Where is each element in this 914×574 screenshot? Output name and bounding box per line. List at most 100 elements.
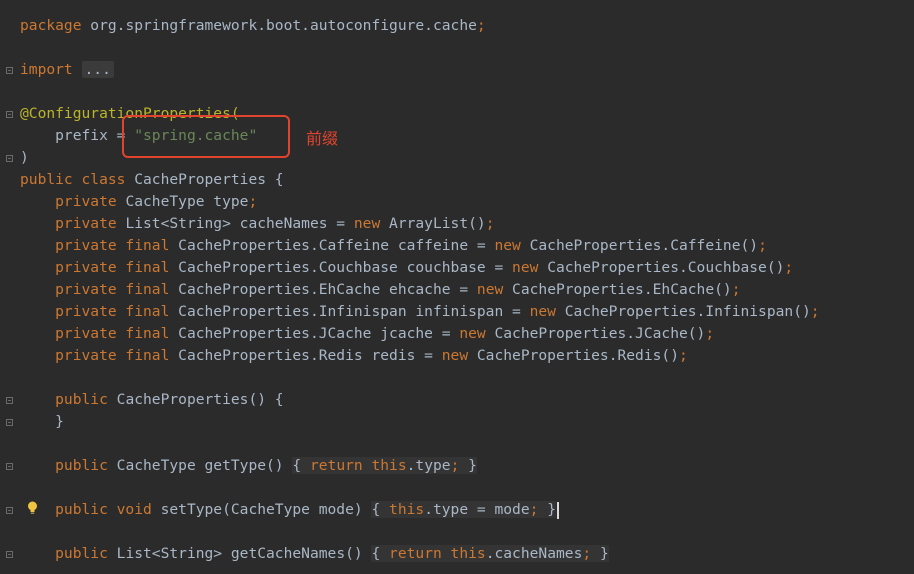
keyword: new bbox=[494, 237, 521, 254]
code-line-field-ehcache[interactable]: private final CacheProperties.EhCache eh… bbox=[20, 279, 741, 301]
import-fold-button[interactable]: ... bbox=[81, 61, 114, 78]
keyword: private final bbox=[20, 281, 170, 298]
field-decl: CacheProperties.Redis redis = bbox=[169, 347, 442, 364]
keyword: new bbox=[353, 215, 381, 232]
field-ref: .type bbox=[406, 457, 451, 474]
fold-marker-icon[interactable] bbox=[6, 155, 13, 162]
brace-open: { bbox=[292, 457, 310, 474]
code-line-package[interactable]: package org.springframework.boot.autocon… bbox=[20, 15, 486, 37]
field-ref: .cacheNames bbox=[485, 545, 583, 562]
method-sig: List<String> getCacheNames() bbox=[107, 545, 372, 562]
brace-close: } bbox=[591, 545, 609, 562]
field-init: CacheProperties.JCache() bbox=[485, 325, 706, 342]
code-line-field-jcache[interactable]: private final CacheProperties.JCache jca… bbox=[20, 323, 714, 345]
brace-close: } bbox=[20, 413, 64, 430]
keyword: class bbox=[72, 171, 126, 188]
brace-close: } bbox=[538, 501, 556, 518]
code-editor[interactable]: package org.springframework.boot.autocon… bbox=[0, 0, 914, 574]
inline-fold-region[interactable]: { return this.cacheNames; } bbox=[371, 545, 609, 562]
fold-marker-icon[interactable] bbox=[6, 419, 13, 426]
keyword: public bbox=[20, 545, 108, 562]
code-line-constructor[interactable]: public CacheProperties() { bbox=[20, 389, 284, 411]
brace-open: { bbox=[371, 545, 390, 562]
fold-marker-icon[interactable] bbox=[6, 67, 13, 74]
field-decl: CacheProperties.Couchbase couchbase = bbox=[169, 259, 513, 276]
editor-gutter bbox=[0, 0, 18, 574]
code-line-annotation-close[interactable]: ) bbox=[20, 147, 29, 169]
keyword: new bbox=[441, 347, 469, 364]
fold-marker-icon[interactable] bbox=[6, 111, 13, 118]
code-line-field-couchbase[interactable]: private final CacheProperties.Couchbase … bbox=[20, 257, 793, 279]
code-line-field-redis[interactable]: private final CacheProperties.Redis redi… bbox=[20, 345, 688, 367]
keyword: private final bbox=[20, 303, 170, 320]
keyword: this bbox=[441, 545, 486, 562]
annotation-highlight-box bbox=[122, 115, 290, 158]
keyword: public bbox=[20, 391, 108, 408]
field-init: ArrayList() bbox=[380, 215, 486, 232]
field-init: CacheProperties.EhCache() bbox=[503, 281, 732, 298]
fold-marker-icon[interactable] bbox=[6, 463, 13, 470]
keyword: private final bbox=[20, 259, 170, 276]
code-line-gettype[interactable]: public CacheType getType() { return this… bbox=[20, 455, 477, 477]
fold-marker-icon[interactable] bbox=[6, 507, 13, 514]
code-line-import[interactable]: import ... bbox=[20, 59, 114, 81]
field-decl: List<String> cacheNames = bbox=[116, 215, 354, 232]
field-init: CacheProperties.Infinispan() bbox=[555, 303, 811, 320]
semicolon: ; bbox=[476, 17, 486, 34]
constructor-sig: CacheProperties() { bbox=[107, 391, 284, 408]
keyword: public void bbox=[20, 501, 152, 518]
code-line-settype[interactable]: public void setType(CacheType mode) { th… bbox=[20, 499, 559, 521]
package-name: org.springframework.boot.autoconfigure.c… bbox=[81, 17, 477, 34]
annotation-label: 前缀 bbox=[306, 129, 339, 148]
field-decl: CacheType type bbox=[116, 193, 249, 210]
prefix-assign: prefix = bbox=[20, 127, 135, 144]
class-name: CacheProperties { bbox=[125, 171, 284, 188]
semicolon: ; bbox=[678, 347, 688, 364]
field-decl: CacheProperties.JCache jcache = bbox=[169, 325, 460, 342]
inline-fold-region[interactable]: { return this.type; } bbox=[292, 457, 477, 474]
code-line-field-caffeine[interactable]: private final CacheProperties.Caffeine c… bbox=[20, 235, 767, 257]
semicolon: ; bbox=[731, 281, 741, 298]
keyword: new bbox=[476, 281, 504, 298]
code-line-constructor-close[interactable]: } bbox=[20, 411, 64, 433]
inline-fold-region[interactable]: { this.type = mode; } bbox=[371, 501, 556, 518]
brace-close: } bbox=[459, 457, 477, 474]
keyword: import bbox=[20, 61, 73, 78]
field-init: CacheProperties.Couchbase() bbox=[538, 259, 785, 276]
keyword: this bbox=[389, 501, 425, 518]
keyword: private final bbox=[20, 237, 170, 254]
keyword: public bbox=[20, 457, 108, 474]
field-decl: CacheProperties.Caffeine caffeine = bbox=[169, 237, 495, 254]
keyword: new bbox=[459, 325, 486, 342]
field-init: CacheProperties.Redis() bbox=[468, 347, 679, 364]
field-decl: CacheProperties.EhCache ehcache = bbox=[169, 281, 477, 298]
field-decl: CacheProperties.Infinispan infinispan = bbox=[169, 303, 530, 320]
semicolon: ; bbox=[758, 237, 767, 254]
paren-close: ) bbox=[20, 149, 29, 166]
semicolon: ; bbox=[582, 545, 592, 562]
semicolon: ; bbox=[705, 325, 715, 342]
keyword: private bbox=[20, 215, 117, 232]
lightbulb-icon[interactable] bbox=[27, 501, 38, 515]
code-line-getcachenames[interactable]: public List<String> getCacheNames() { re… bbox=[20, 543, 609, 565]
code-line-field-type[interactable]: private CacheType type; bbox=[20, 191, 257, 213]
keyword: this bbox=[362, 457, 407, 474]
semicolon: ; bbox=[810, 303, 820, 320]
keyword: return bbox=[389, 545, 442, 562]
keyword: new bbox=[512, 259, 539, 276]
semicolon: ; bbox=[485, 215, 495, 232]
field-init: CacheProperties.Caffeine() bbox=[520, 237, 759, 254]
brace-open: { bbox=[371, 501, 390, 518]
keyword: private final bbox=[20, 325, 170, 342]
code-line-field-cachenames[interactable]: private List<String> cacheNames = new Ar… bbox=[20, 213, 494, 235]
fold-marker-icon[interactable] bbox=[6, 551, 13, 558]
code-line-class-decl[interactable]: public class CacheProperties { bbox=[20, 169, 284, 191]
keyword: private bbox=[20, 193, 117, 210]
keyword: private final bbox=[20, 347, 170, 364]
keyword: return bbox=[309, 457, 363, 474]
method-sig: setType(CacheType mode) bbox=[151, 501, 372, 518]
code-line-field-infinispan[interactable]: private final CacheProperties.Infinispan… bbox=[20, 301, 820, 323]
keyword: public bbox=[20, 171, 73, 188]
text-caret bbox=[557, 501, 559, 519]
fold-marker-icon[interactable] bbox=[6, 397, 13, 404]
